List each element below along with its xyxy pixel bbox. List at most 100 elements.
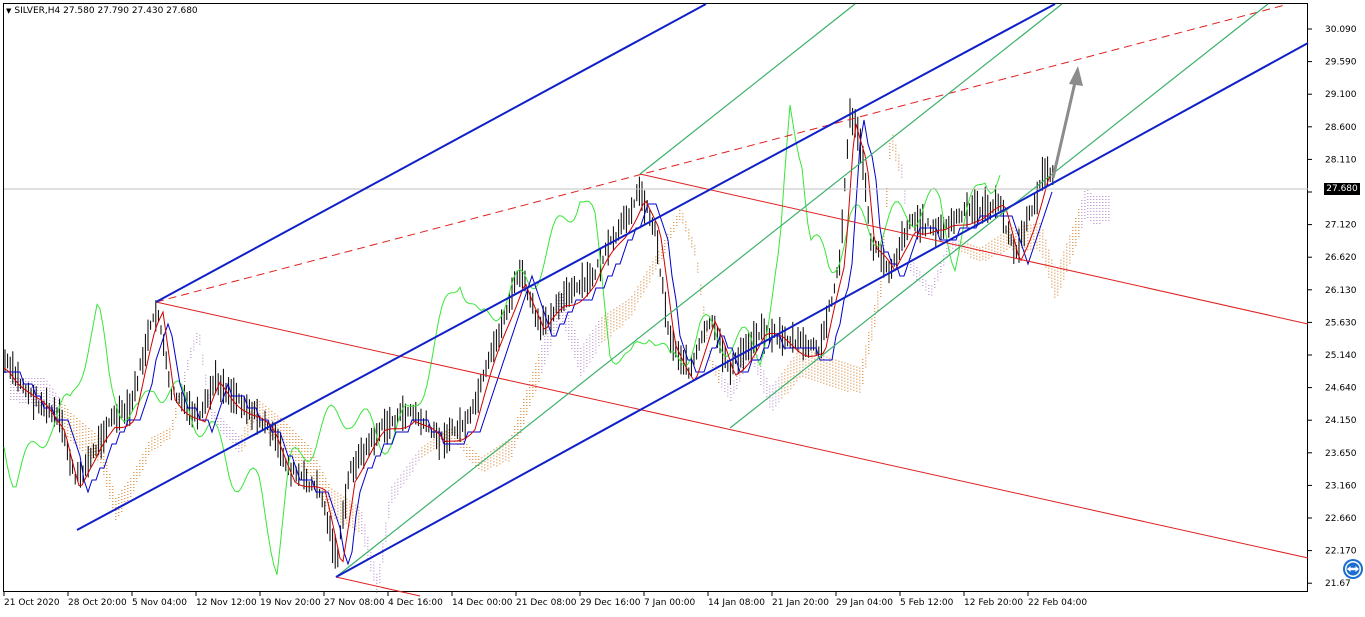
cloud-dot	[1075, 239, 1077, 240]
cloud-dot	[280, 430, 282, 431]
cloud-dot	[205, 380, 207, 382]
cloud-dot	[238, 439, 240, 440]
cloud-dot	[364, 530, 366, 532]
cloud-dot	[406, 469, 408, 471]
cloud-dot	[154, 448, 156, 449]
chart-title[interactable]: ▼ SILVER,H4 27.580 27.790 27.430 27.680	[6, 6, 198, 16]
cloud-dot	[583, 370, 585, 372]
cloud-dot	[1033, 233, 1035, 235]
cloud-dot	[166, 430, 168, 431]
triangle-down-icon[interactable]: ▼	[6, 7, 11, 15]
cloud-dot	[394, 494, 396, 496]
price-label: 27.120	[1325, 221, 1357, 231]
cloud-dot	[430, 444, 432, 446]
cloud-dot	[727, 386, 729, 388]
cloud-dot	[784, 378, 786, 380]
cloud-dot	[934, 287, 936, 288]
cloud-dot	[946, 248, 948, 249]
cloud-dot	[142, 460, 144, 461]
cloud-dot	[352, 523, 354, 525]
cloud-dot	[541, 372, 543, 373]
cloud-dot	[202, 363, 204, 365]
cloud-dot	[763, 391, 765, 393]
cloud-dot	[169, 434, 171, 436]
cloud-dot	[583, 349, 585, 351]
cloud-dot	[1087, 205, 1089, 206]
cloud-dot	[601, 329, 603, 331]
cloud-dot	[259, 404, 261, 406]
cloud-dot	[76, 421, 78, 422]
cloud-dot	[760, 384, 762, 385]
cloud-dot	[982, 252, 984, 254]
cloud-dot	[919, 280, 921, 282]
cloud-dot	[937, 270, 939, 272]
cloud-dot	[1003, 238, 1005, 240]
cloud-dot	[1090, 217, 1092, 218]
cloud-dot	[1096, 196, 1098, 197]
cloud-dot	[856, 369, 858, 371]
cloud-dot	[118, 512, 120, 513]
cloud-dot	[835, 377, 837, 379]
cloud-dot	[778, 380, 780, 382]
cloud-dot	[274, 413, 276, 415]
cloud-dot	[724, 391, 726, 392]
cloud-dot	[589, 352, 591, 354]
cloud-dot	[562, 312, 564, 313]
cloud-dot	[637, 292, 639, 294]
cloud-dot	[1042, 229, 1044, 231]
cloud-dot	[709, 350, 711, 352]
cloud-dot	[643, 285, 645, 287]
cloud-dot	[130, 493, 132, 494]
cloud-dot	[856, 381, 858, 383]
cloud-dot	[82, 432, 84, 433]
cloud-dot	[385, 522, 387, 524]
cloud-dot	[289, 451, 291, 452]
cloud-dot	[541, 351, 543, 352]
cloud-dot	[1072, 245, 1074, 246]
cloud-dot	[163, 440, 165, 442]
cloud-dot	[829, 381, 831, 383]
cloud-dot	[784, 390, 786, 392]
chart-window[interactable]: 30.09029.59029.10028.60028.11027.61027.1…	[0, 0, 1365, 617]
cloud-dot	[313, 469, 315, 470]
cloud-dot	[775, 387, 777, 389]
cloud-dot	[982, 255, 984, 257]
tenkan-sen-line	[3, 123, 1052, 563]
cloud-dot	[850, 367, 852, 369]
cloud-dot	[775, 393, 777, 395]
cloud-dot	[565, 330, 567, 331]
cloud-dot	[862, 362, 864, 363]
cloud-dot	[682, 216, 684, 218]
cloud-dot	[250, 423, 252, 425]
cloud-dot	[589, 361, 591, 363]
cloud-dot	[553, 330, 555, 331]
cloud-dot	[343, 496, 345, 498]
cloud-dot	[526, 402, 528, 403]
cloud-dot	[1063, 257, 1065, 259]
cloud-dot	[856, 372, 858, 374]
cloud-dot	[70, 434, 72, 435]
cloud-dot	[631, 302, 633, 304]
cloud-dot	[895, 150, 897, 152]
cloud-dot	[337, 498, 339, 500]
cloud-dot	[649, 266, 651, 268]
cloud-dot	[16, 399, 18, 400]
chart-canvas[interactable]: 30.09029.59029.10028.60028.11027.61027.1…	[0, 0, 1365, 617]
cloud-dot	[1057, 294, 1059, 296]
cloud-dot	[781, 394, 783, 396]
cloud-dot	[1105, 208, 1107, 209]
cloud-dot	[934, 281, 936, 282]
cloud-dot	[532, 390, 534, 391]
cloud-dot	[610, 311, 612, 313]
cloud-dot	[154, 442, 156, 443]
cloud-dot	[556, 324, 558, 325]
cloud-dot	[520, 429, 522, 430]
time-label: 21 Oct 2020	[4, 598, 60, 608]
cloud-dot	[532, 387, 534, 388]
cloud-dot	[769, 403, 771, 405]
cloud-dot	[331, 506, 333, 508]
teamviewer-icon[interactable]	[1343, 559, 1363, 579]
cloud-dot	[604, 327, 606, 329]
cloud-dot	[67, 435, 69, 437]
cloud-dot	[382, 555, 384, 557]
